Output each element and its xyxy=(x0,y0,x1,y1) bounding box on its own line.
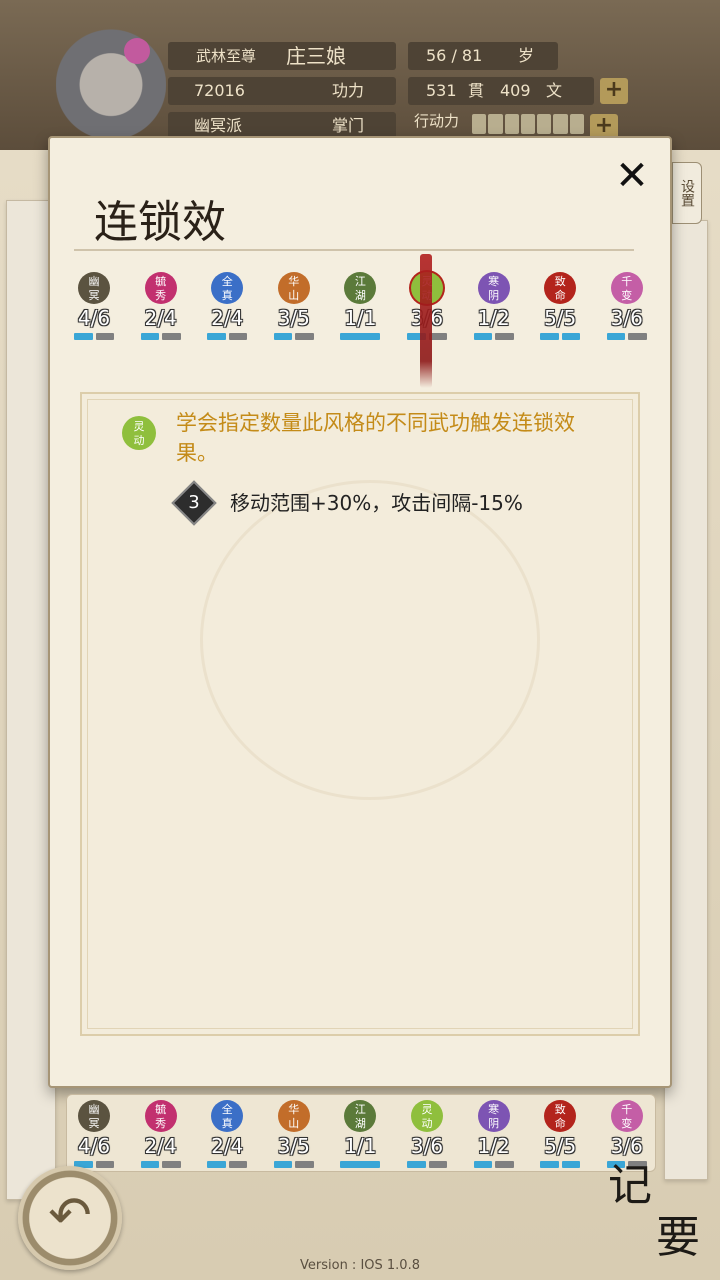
character-name: 庄三娘 xyxy=(286,44,346,68)
style-badge-icon: 灵 动 xyxy=(411,1100,443,1132)
style-badge-icon: 千 变 xyxy=(610,1100,643,1132)
age-value: 56 / 81 xyxy=(426,46,483,65)
notes-label-2: 要 xyxy=(656,1212,700,1263)
style-count: 3/6 xyxy=(410,1134,444,1158)
effect-threshold-number: 3 xyxy=(188,492,200,513)
style-progress xyxy=(140,333,181,340)
style-tab[interactable]: 江 湖 1/1 xyxy=(327,1100,393,1190)
style-badge-icon: 江 湖 xyxy=(344,272,377,304)
style-count: 2/4 xyxy=(144,306,177,330)
style-count: 1/2 xyxy=(477,1134,510,1158)
style-tab[interactable]: 华 山 3/5 xyxy=(261,1100,327,1190)
money-guan-unit: 貫 xyxy=(468,81,485,100)
money-wen-unit: 文 xyxy=(546,81,563,100)
money-wen: 409 xyxy=(500,81,531,100)
settings-tab[interactable]: 设置 xyxy=(672,162,702,224)
style-progress xyxy=(207,333,248,340)
style-tab[interactable]: 幽 冥 4/6 xyxy=(61,272,127,362)
style-tab[interactable]: 致 命 5/5 xyxy=(527,272,593,362)
style-count: 3/5 xyxy=(277,306,310,330)
style-tab[interactable]: 千 变 3/6 xyxy=(594,272,660,362)
style-progress xyxy=(273,333,314,340)
style-tab[interactable]: 毓 秀 2/4 xyxy=(128,272,194,362)
style-progress xyxy=(473,333,514,340)
style-progress xyxy=(273,1161,314,1168)
style-badge-icon: 全 真 xyxy=(211,272,244,304)
stamina-label: 行动力 xyxy=(414,112,460,130)
style-badge-icon: 千 变 xyxy=(610,272,643,304)
selected-tab-marker xyxy=(420,254,432,388)
style-count: 2/4 xyxy=(144,1134,177,1158)
style-count: 5/5 xyxy=(544,1134,577,1158)
style-badge-icon: 幽 冥 xyxy=(78,1100,110,1132)
style-badge-icon: 致 命 xyxy=(544,272,577,304)
style-progress xyxy=(340,1161,381,1168)
style-progress xyxy=(473,1161,514,1168)
chain-description: 学会指定数量此风格的不同武功触发连锁效果。 xyxy=(176,411,575,465)
header-row-age: 56 / 81 岁 xyxy=(408,42,558,70)
close-icon[interactable]: ✕ xyxy=(612,156,652,196)
style-count: 4/6 xyxy=(77,306,111,330)
money-guan: 531 xyxy=(426,81,457,100)
stamina-bar xyxy=(472,114,584,134)
style-badge-icon: 致 命 xyxy=(544,1100,577,1132)
add-money-button[interactable]: + xyxy=(600,78,628,104)
style-tab[interactable]: 江 湖 1/1 xyxy=(327,272,393,362)
style-badge-icon: 全 真 xyxy=(211,1100,244,1132)
title-divider xyxy=(74,249,634,251)
style-tab[interactable]: 寒 阴 1/2 xyxy=(461,1100,527,1190)
header-row-name: 武林至尊 庄三娘 xyxy=(168,42,396,70)
rank-title: 武林至尊 xyxy=(196,47,257,65)
header-row-power: 72016 功力 xyxy=(168,77,396,105)
version-text: Version : IOS 1.0.8 xyxy=(300,1258,420,1273)
style-progress xyxy=(540,333,581,340)
style-progress xyxy=(207,1161,248,1168)
style-count: 1/1 xyxy=(344,1134,377,1158)
style-badge-icon: 寒 阴 xyxy=(477,1100,510,1132)
style-tab[interactable]: 致 命 5/5 xyxy=(527,1100,593,1190)
dragon-watermark xyxy=(200,480,540,800)
panel-title: 连锁效 xyxy=(94,197,226,248)
style-badge-icon: 毓 秀 xyxy=(144,1100,177,1132)
style-count: 1/2 xyxy=(477,306,510,330)
style-badge-icon: 华 山 xyxy=(277,1100,310,1132)
style-count: 3/6 xyxy=(610,1134,643,1158)
back-arrow-icon: ↶ xyxy=(48,1186,92,1246)
style-tab[interactable]: 寒 阴 1/2 xyxy=(461,272,527,362)
style-count: 1/1 xyxy=(344,306,377,330)
style-badge-icon: 寒 阴 xyxy=(477,272,510,304)
detail-style-badge: 灵 动 xyxy=(122,416,156,450)
notes-label-1: 记 xyxy=(608,1160,652,1211)
style-count: 4/6 xyxy=(77,1134,111,1158)
style-count: 2/4 xyxy=(211,1134,244,1158)
style-progress xyxy=(74,333,114,340)
style-count: 5/5 xyxy=(544,306,577,330)
style-tab[interactable]: 华 山 3/5 xyxy=(261,272,327,362)
age-unit: 岁 xyxy=(518,46,535,65)
style-count: 3/5 xyxy=(277,1134,310,1158)
style-count: 3/6 xyxy=(610,306,643,330)
notes-button[interactable]: 记 要 xyxy=(608,1162,708,1272)
style-tab[interactable]: 全 真 2/4 xyxy=(194,1100,260,1190)
effect-text: 移动范围+30%，攻击间隔-15% xyxy=(230,491,523,515)
style-progress xyxy=(140,1161,181,1168)
style-badge-icon: 毓 秀 xyxy=(144,272,177,304)
style-count: 2/4 xyxy=(211,306,244,330)
style-progress xyxy=(540,1161,581,1168)
header-row-money: 531 貫 409 文 xyxy=(408,77,594,105)
back-button[interactable]: ↶ xyxy=(18,1166,122,1270)
style-progress xyxy=(606,333,647,340)
style-badge-icon: 幽 冥 xyxy=(78,272,110,304)
style-tab[interactable]: 毓 秀 2/4 xyxy=(128,1100,194,1190)
hair-flower xyxy=(124,38,150,64)
style-progress xyxy=(340,333,381,340)
style-progress xyxy=(407,1161,447,1168)
character-avatar[interactable] xyxy=(56,12,166,144)
style-tab[interactable]: 全 真 2/4 xyxy=(194,272,260,362)
style-badge-icon: 华 山 xyxy=(277,272,310,304)
power-label: 功力 xyxy=(332,81,365,100)
style-tab[interactable]: 灵 动3/6 xyxy=(394,1100,460,1190)
style-badge-icon: 江 湖 xyxy=(344,1100,377,1132)
power-value: 72016 xyxy=(194,81,245,100)
